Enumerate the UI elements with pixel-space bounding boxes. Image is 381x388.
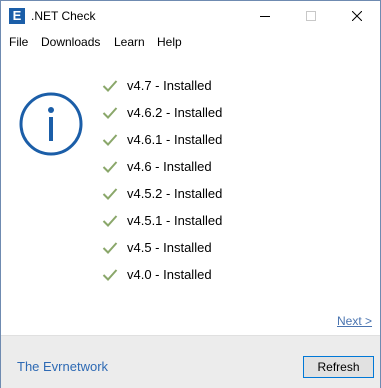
menu-help[interactable]: Help [157, 34, 182, 50]
app-logo-icon: E [9, 8, 25, 24]
check-icon [102, 80, 118, 92]
close-button[interactable] [334, 1, 380, 31]
check-icon [102, 107, 118, 119]
version-label: v4.6.1 - Installed [127, 132, 223, 147]
version-label: v4.5 - Installed [127, 240, 212, 255]
check-icon [102, 269, 118, 281]
version-label: v4.7 - Installed [127, 78, 212, 93]
menu-bar: File Downloads Learn Help [1, 31, 380, 53]
refresh-button[interactable]: Refresh [303, 356, 374, 378]
check-icon [102, 188, 118, 200]
next-link[interactable]: Next > [337, 313, 372, 329]
minimize-icon [260, 16, 270, 17]
version-label: v4.6.2 - Installed [127, 105, 223, 120]
main-content: v4.7 - Installed v4.6.2 - Installed v4.6… [1, 54, 380, 334]
check-icon [102, 242, 118, 254]
menu-file[interactable]: File [9, 34, 28, 50]
minimize-button[interactable] [242, 1, 288, 31]
footer: The Evrnetwork Refresh [1, 335, 380, 388]
maximize-icon [306, 11, 316, 21]
version-label: v4.5.1 - Installed [127, 213, 223, 228]
menu-downloads[interactable]: Downloads [41, 34, 100, 50]
version-label: v4.0 - Installed [127, 267, 212, 282]
version-label: v4.6 - Installed [127, 159, 212, 174]
check-icon [102, 215, 118, 227]
info-icon [19, 92, 83, 156]
title-bar[interactable]: E .NET Check [1, 1, 380, 31]
close-icon [352, 11, 362, 21]
evrnetwork-link[interactable]: The Evrnetwork [17, 358, 108, 376]
window-title: .NET Check [31, 9, 96, 23]
check-icon [102, 134, 118, 146]
maximize-button[interactable] [288, 1, 334, 31]
version-label: v4.5.2 - Installed [127, 186, 223, 201]
app-window: E .NET Check File Downloads Learn Help v… [0, 0, 381, 388]
check-icon [102, 161, 118, 173]
menu-learn[interactable]: Learn [114, 34, 145, 50]
